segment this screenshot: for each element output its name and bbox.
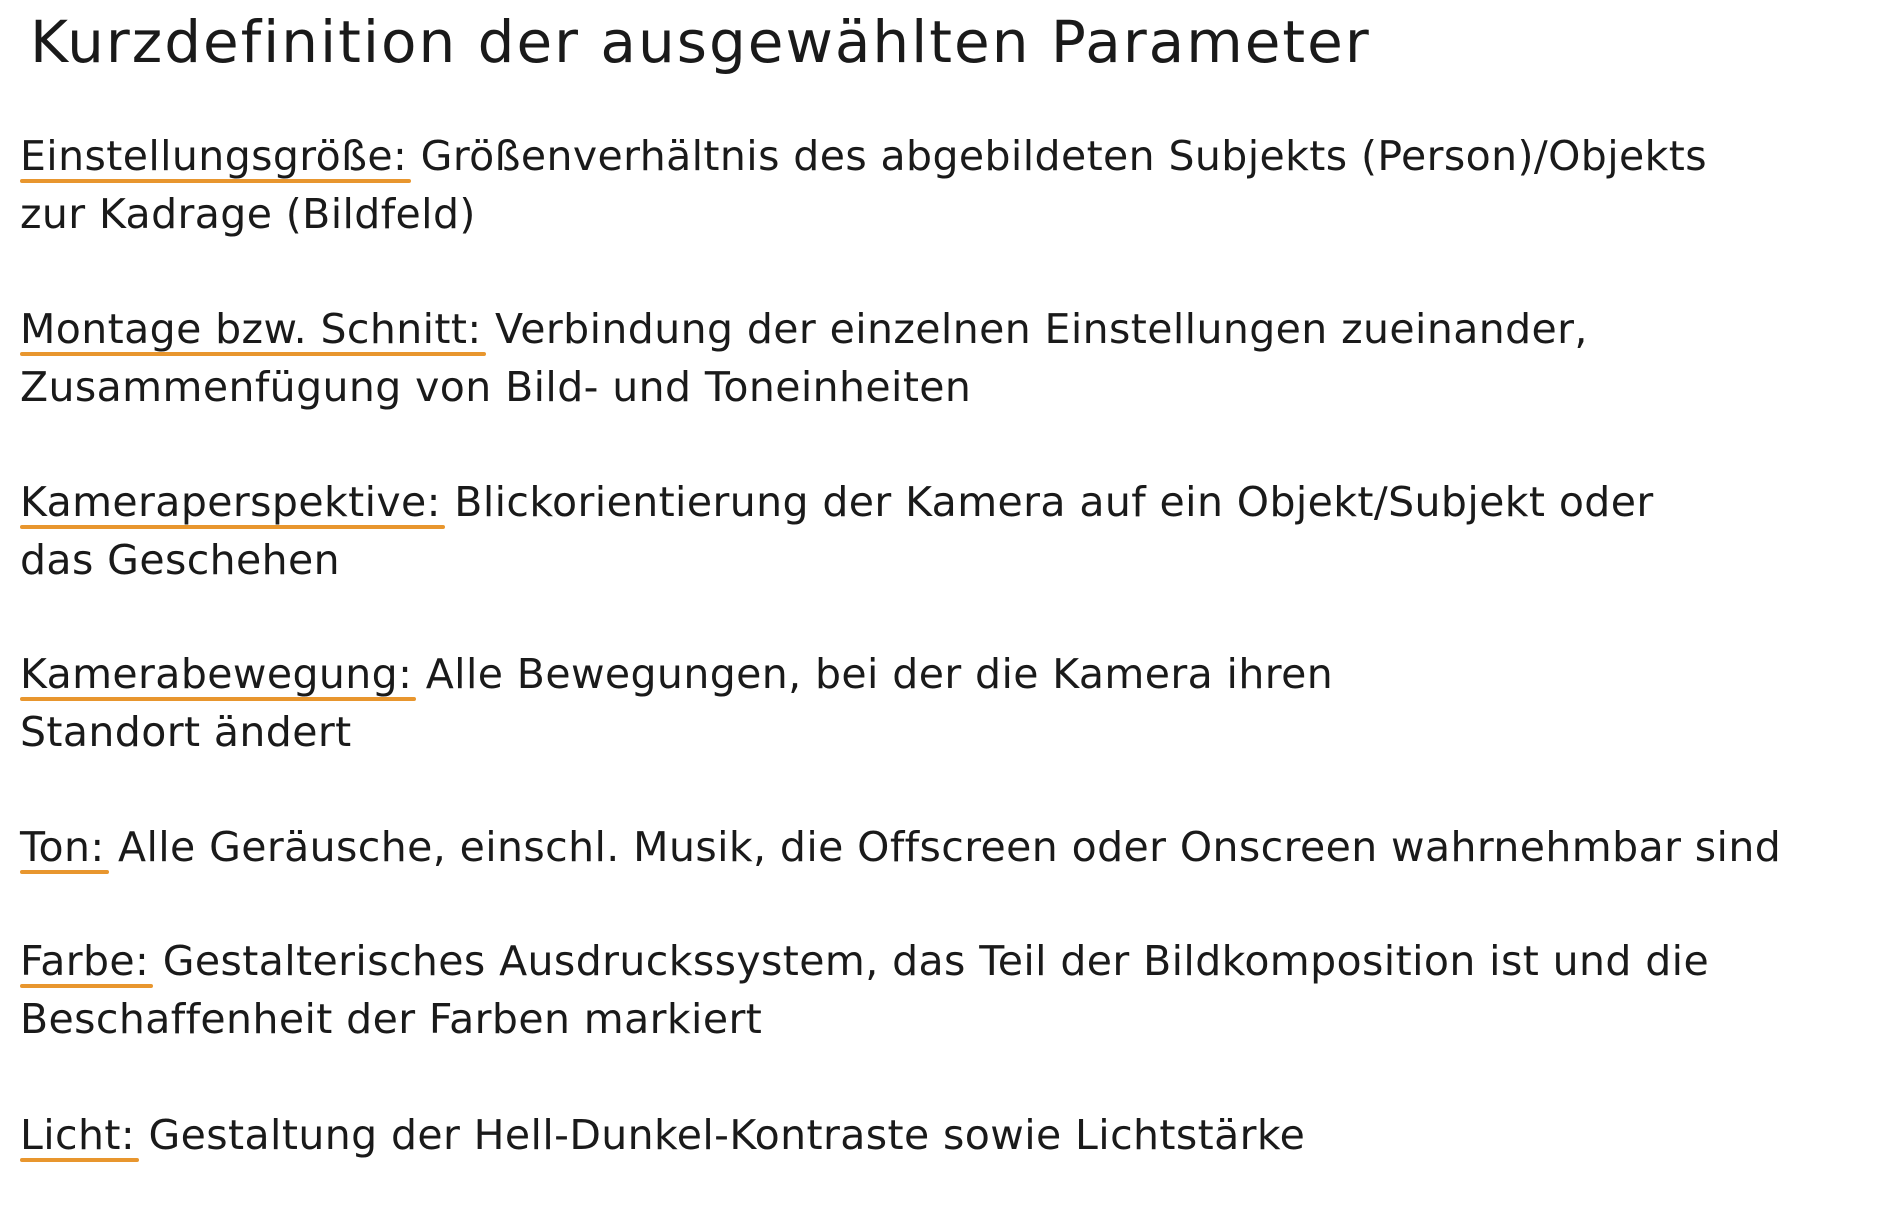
definition-term: Kamerabewegung:: [20, 645, 417, 703]
definition-kamerabewegung: Kamerabewegung: Alle Bewegungen, bei der…: [20, 645, 1880, 761]
definition-line: Standort ändert: [20, 708, 352, 756]
definition-einstellungsgroesse: Einstellungsgröße: Größenverhältnis des …: [20, 127, 1880, 243]
definition-text: Verbindung der einzelnen Einstellungen z…: [481, 305, 1588, 353]
definition-line: Beschaffenheit der Farben markiert: [20, 995, 763, 1043]
page-title: Kurzdefinition der ausgewählten Paramete…: [30, 8, 1371, 76]
definition-line: Ton: Alle Geräusche, einschl. Musik, die…: [20, 818, 1880, 876]
definition-term: Montage bzw. Schnitt:: [20, 300, 486, 358]
definition-text: Alle Bewegungen, bei der die Kamera ihre…: [412, 650, 1334, 698]
definition-term: Licht:: [20, 1106, 140, 1164]
definition-term: Einstellungsgröße:: [20, 127, 412, 185]
definition-line: das Geschehen: [20, 536, 341, 584]
definition-ton: Ton: Alle Geräusche, einschl. Musik, die…: [20, 818, 1880, 876]
definition-kameraperspektive: Kameraperspektive: Blickorientierung der…: [20, 473, 1880, 589]
definition-line: Einstellungsgröße: Größenverhältnis des …: [20, 127, 1880, 185]
definition-text: Gestalterisches Ausdruckssystem, das Tei…: [149, 937, 1710, 985]
definition-line: Zusammenfügung von Bild- und Toneinheite…: [20, 363, 972, 411]
definition-line: Kamerabewegung: Alle Bewegungen, bei der…: [20, 645, 1880, 703]
definitions-page: Kurzdefinition der ausgewählten Paramete…: [0, 0, 1890, 1230]
definition-line: Licht: Gestaltung der Hell-Dunkel-Kontra…: [20, 1106, 1880, 1164]
definition-line: Farbe: Gestalterisches Ausdruckssystem, …: [20, 932, 1880, 990]
definition-text: Größenverhältnis des abgebildeten Subjek…: [407, 132, 1708, 180]
definition-licht: Licht: Gestaltung der Hell-Dunkel-Kontra…: [20, 1106, 1880, 1164]
definition-line: Kameraperspektive: Blickorientierung der…: [20, 473, 1880, 531]
definition-montage: Montage bzw. Schnitt: Verbindung der ein…: [20, 300, 1880, 416]
definition-term: Kameraperspektive:: [20, 473, 445, 531]
definition-text: Blickorientierung der Kamera auf ein Obj…: [440, 478, 1654, 526]
definition-farbe: Farbe: Gestalterisches Ausdruckssystem, …: [20, 932, 1880, 1048]
definition-term: Farbe:: [20, 932, 154, 990]
definition-text: Alle Geräusche, einschl. Musik, die Offs…: [104, 823, 1782, 871]
definition-line: zur Kadrage (Bildfeld): [20, 190, 476, 238]
definition-term: Ton:: [20, 818, 109, 876]
definition-text: Gestaltung der Hell-Dunkel-Kontraste sow…: [135, 1111, 1306, 1159]
definition-line: Montage bzw. Schnitt: Verbindung der ein…: [20, 300, 1880, 358]
